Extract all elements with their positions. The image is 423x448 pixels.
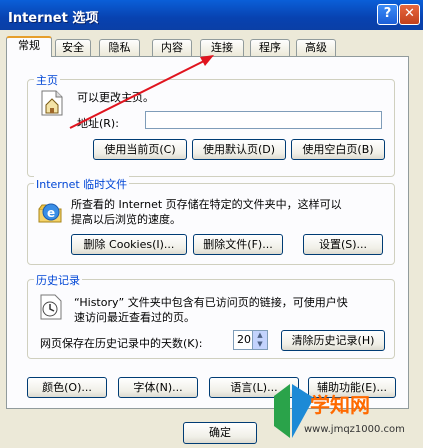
spinner-arrows-icon[interactable]: ▲ ▼: [252, 331, 267, 349]
tab-panel-general: 主页 可以更改主页。 地址(R): 使用当前页(C) 使用默认页(D) 使用空白…: [6, 56, 409, 409]
history-group-title: 历史记录: [34, 272, 82, 288]
svg-text:学知网: 学知网: [310, 393, 370, 417]
history-days-value: 20: [237, 333, 251, 346]
address-label: 地址(R):: [77, 117, 119, 130]
history-clock-icon: [40, 294, 62, 320]
homepage-group-title: 主页: [34, 72, 60, 88]
ok-button[interactable]: 确定: [183, 422, 257, 444]
history-days-spinner[interactable]: 20 ▲ ▼: [233, 330, 268, 350]
title-bar: Internet 选项 ? ✕: [0, 0, 423, 30]
temp-files-desc-line2: 提高以后浏览的速度。: [71, 213, 181, 226]
clear-history-button[interactable]: 清除历史记录(H): [281, 330, 385, 351]
history-desc-line2: 速访问最近查看过的页。: [74, 311, 195, 324]
house-page-icon: [41, 90, 63, 116]
delete-files-button[interactable]: 删除文件(F)...: [193, 234, 283, 255]
window-title: Internet 选项: [8, 11, 99, 26]
tab-advanced[interactable]: 高级: [296, 39, 336, 56]
use-current-page-button[interactable]: 使用当前页(C): [93, 139, 187, 160]
tab-security[interactable]: 安全: [55, 39, 91, 56]
temp-files-group-title: Internet 临时文件: [34, 176, 130, 192]
svg-text:e: e: [47, 206, 55, 220]
address-input[interactable]: [145, 111, 382, 129]
watermark-emblem-icon: 学知网 www.jmqz1000.com: [274, 384, 405, 438]
tab-connections[interactable]: 连接: [200, 39, 244, 56]
tab-content[interactable]: 内容: [152, 39, 192, 56]
svg-text:www.jmqz1000.com: www.jmqz1000.com: [304, 424, 405, 435]
close-button[interactable]: ✕: [399, 4, 420, 25]
homepage-desc: 可以更改主页。: [77, 91, 154, 104]
watermark-logo: 学知网 www.jmqz1000.com: [268, 382, 418, 444]
ie-globe-icon: e: [38, 203, 62, 223]
help-button[interactable]: ?: [377, 4, 398, 25]
settings-button[interactable]: 设置(S)...: [303, 234, 383, 255]
use-default-page-button[interactable]: 使用默认页(D): [192, 139, 286, 160]
history-days-label: 网页保存在历史记录中的天数(K):: [40, 337, 203, 350]
delete-cookies-button[interactable]: 删除 Cookies(I)...: [71, 234, 187, 255]
history-desc-line1: “History” 文件夹中包含有已访问页的链接，可使用户快: [74, 296, 348, 309]
temp-files-desc-line1: 所查看的 Internet 页存储在特定的文件夹中，这样可以: [71, 198, 342, 211]
use-blank-page-button[interactable]: 使用空白页(B): [291, 139, 385, 160]
tab-general[interactable]: 常规: [6, 36, 52, 57]
fonts-button[interactable]: 字体(N)...: [118, 377, 198, 398]
tab-privacy[interactable]: 隐私: [99, 39, 140, 56]
tab-programs[interactable]: 程序: [250, 39, 290, 56]
colors-button[interactable]: 颜色(O)...: [27, 377, 107, 398]
